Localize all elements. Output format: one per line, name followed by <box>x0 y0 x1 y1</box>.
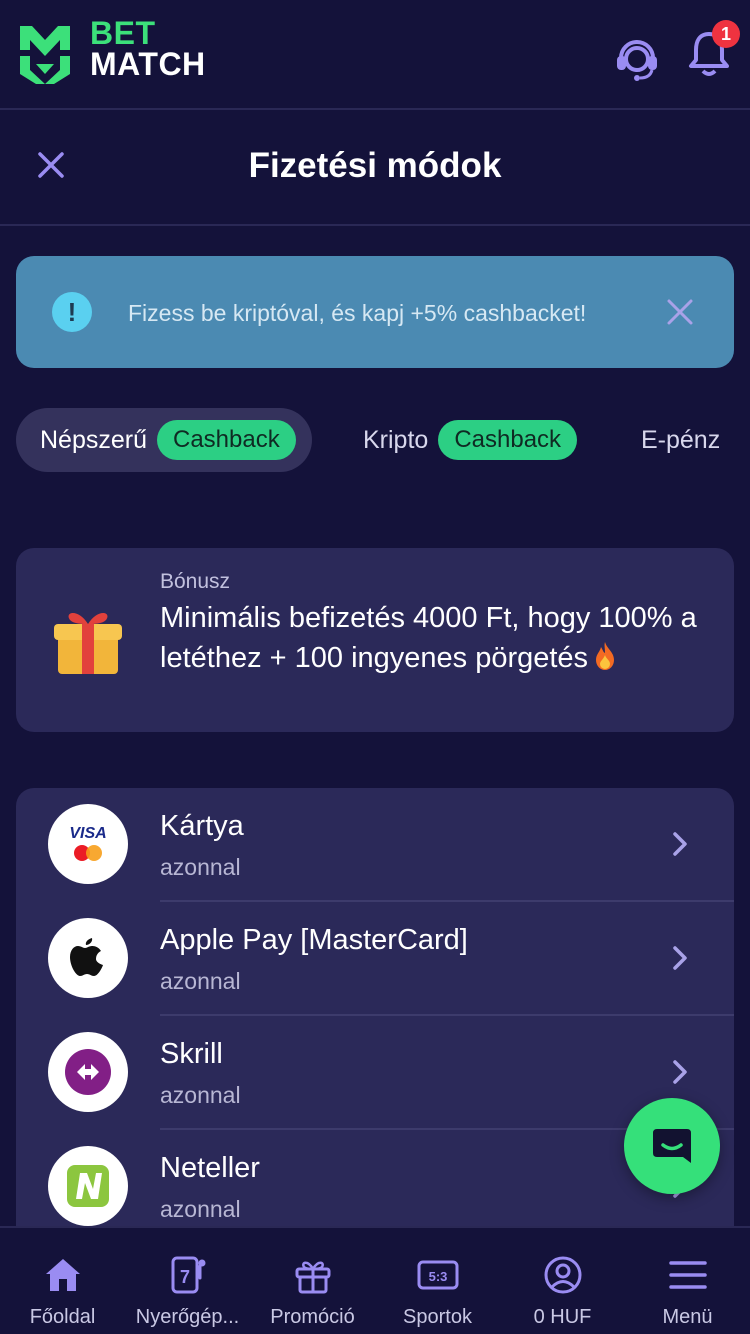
betmatch-logo-icon <box>20 26 70 84</box>
nav-item-home[interactable]: Főoldal <box>0 1228 125 1334</box>
tab-nepszeru[interactable]: Népszerű Cashback <box>16 408 312 472</box>
close-icon <box>667 299 693 325</box>
alert-text: Fizess be kriptóval, és kapj +5% cashbac… <box>128 300 587 326</box>
method-speed: azonnal <box>160 1196 241 1222</box>
tab-label: Kripto <box>363 425 429 454</box>
chevron-right-icon <box>673 946 687 970</box>
betmatch-logo[interactable]: BET MATCH <box>14 15 224 88</box>
home-icon <box>46 1259 80 1291</box>
nav-item-promotions[interactable]: Promóció <box>250 1228 375 1334</box>
skrill-icon <box>48 1032 128 1112</box>
payment-method-apple-pay[interactable]: Apple Pay [MasterCard] azonnal <box>16 902 734 1016</box>
payment-method-skrill[interactable]: Skrill azonnal <box>16 1016 734 1130</box>
top-bar: BET MATCH 1 <box>0 0 750 110</box>
chevron-right-icon <box>673 1060 687 1084</box>
apple-icon <box>48 918 128 998</box>
slot-machine-icon: 7 <box>171 1256 206 1294</box>
logo-text: BET MATCH <box>90 15 206 82</box>
tab-kripto[interactable]: Kripto Cashback <box>363 408 578 472</box>
notifications-button[interactable]: 1 <box>686 20 740 80</box>
payment-category-tabs: Népszerű Cashback Kripto Cashback E-pénz <box>16 408 750 472</box>
method-name: Kártya <box>160 810 244 842</box>
neteller-icon <box>48 1146 128 1226</box>
nav-label: Sportok <box>403 1306 472 1328</box>
tab-e-penz[interactable]: E-pénz <box>641 408 720 472</box>
notification-badge: 1 <box>712 20 740 48</box>
live-chat-button[interactable] <box>624 1098 720 1194</box>
nav-item-sports[interactable]: 5:3 Sportok <box>375 1228 500 1334</box>
gift-icon <box>54 613 122 674</box>
tab-label: Népszerű <box>40 425 147 454</box>
method-name: Apple Pay [MasterCard] <box>160 924 468 956</box>
cashback-badge: Cashback <box>438 420 578 460</box>
crypto-cashback-alert: ! Fizess be kriptóval, és kapj +5% cashb… <box>16 256 734 368</box>
bonus-card[interactable]: Bónusz Minimális befizetés 4000 Ft, hogy… <box>16 548 734 732</box>
nav-label: Menü <box>662 1306 713 1328</box>
method-speed: azonnal <box>160 1082 241 1108</box>
info-exclamation-icon: ! <box>52 292 92 332</box>
bottom-navigation: Főoldal 7 Nyerőgép... Promóció 5:3 Sport… <box>0 1226 750 1334</box>
user-icon <box>544 1256 582 1294</box>
nav-label: 0 HUF <box>533 1306 592 1328</box>
cashback-badge: Cashback <box>157 420 296 460</box>
method-speed: azonnal <box>160 968 241 994</box>
nav-item-menu[interactable]: Menü <box>625 1228 750 1334</box>
nav-item-slots[interactable]: 7 Nyerőgép... <box>125 1228 250 1334</box>
scoreboard-icon: 5:3 <box>417 1260 459 1290</box>
nav-label: Nyerőgép... <box>135 1306 240 1328</box>
method-speed: azonnal <box>160 854 241 880</box>
nav-item-account[interactable]: 0 HUF <box>500 1228 625 1334</box>
page-header: Fizetési módok <box>0 112 750 226</box>
logo-text-match: MATCH <box>90 46 206 82</box>
logo-text-bet: BET <box>90 15 156 51</box>
svg-text:7: 7 <box>180 1267 190 1287</box>
svg-text:5:3: 5:3 <box>429 1269 448 1284</box>
tab-label: E-pénz <box>641 425 721 454</box>
chat-bubble-icon <box>653 1129 691 1163</box>
bonus-description: Minimális befizetés 4000 Ft, hogy 100% a… <box>160 598 700 678</box>
page-title: Fizetési módok <box>248 146 502 185</box>
support-headset-icon[interactable] <box>612 32 662 82</box>
method-name: Neteller <box>160 1152 260 1184</box>
alert-close-button[interactable] <box>662 294 698 330</box>
fire-icon <box>596 642 615 670</box>
nav-label: Főoldal <box>29 1306 96 1328</box>
payment-method-kartya[interactable]: VISA Kártya azonnal <box>16 788 734 902</box>
nav-label: Promóció <box>270 1306 355 1328</box>
svg-text:VISA: VISA <box>69 825 106 842</box>
bonus-label: Bónusz <box>160 570 231 593</box>
chevron-right-icon <box>673 832 687 856</box>
gift-icon <box>295 1261 331 1294</box>
visa-mastercard-icon: VISA <box>48 804 128 884</box>
payment-methods-list: VISA Kártya azonnal Apple Pay [MasterCar… <box>16 788 734 1258</box>
menu-icon <box>669 1261 707 1289</box>
method-name: Skrill <box>160 1038 223 1070</box>
